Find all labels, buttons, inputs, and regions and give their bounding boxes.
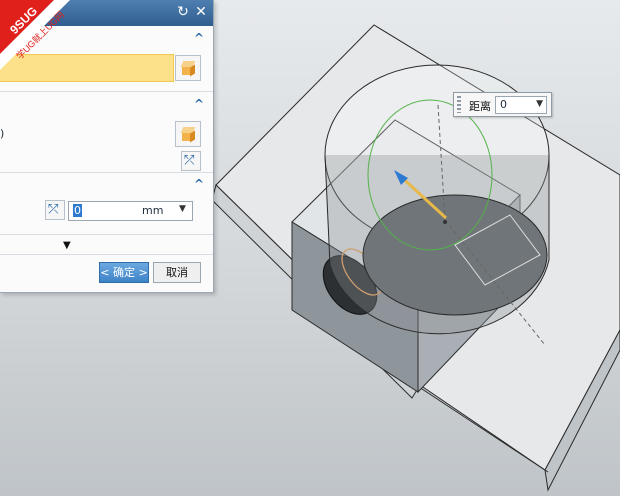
distance-dropdown-icon[interactable]: ▼ bbox=[536, 99, 543, 109]
chevron-up-icon[interactable]: ^ bbox=[193, 32, 205, 44]
watermark-logo: 9SUG 学UG就上UG网 bbox=[0, 0, 70, 70]
select-face-button[interactable] bbox=[175, 121, 201, 147]
snap-button[interactable]: ⤱ bbox=[45, 200, 65, 220]
unit-label: mm bbox=[142, 204, 164, 217]
paren-glyph: ) bbox=[0, 127, 5, 140]
cancel-button[interactable]: 取消 bbox=[153, 262, 201, 283]
cube-icon bbox=[180, 126, 196, 143]
chevron-up-icon[interactable]: ^ bbox=[193, 178, 205, 190]
close-icon[interactable]: ✕ bbox=[193, 4, 209, 20]
reverse-arrows-icon: ⤱ bbox=[184, 153, 195, 168]
distance-label: 距离 bbox=[469, 100, 491, 113]
reset-icon[interactable]: ↻ bbox=[175, 4, 191, 20]
reverse-direction-button[interactable]: ⤱ bbox=[181, 151, 201, 171]
ok-button[interactable]: < 确定 > bbox=[99, 262, 149, 283]
chevron-up-icon[interactable]: ^ bbox=[193, 98, 205, 110]
cube-icon bbox=[180, 60, 196, 77]
cylinder-bore bbox=[362, 194, 548, 316]
distance-popup-value: 0 bbox=[500, 98, 507, 111]
section-header-2[interactable]: ^ bbox=[0, 96, 213, 116]
select-body-button[interactable] bbox=[175, 55, 201, 81]
reverse-arrows-icon: ⤱ bbox=[48, 202, 59, 217]
unit-dropdown-icon[interactable]: ▼ bbox=[179, 204, 186, 214]
more-options-icon[interactable]: ▼ bbox=[63, 240, 71, 251]
origin-point bbox=[443, 220, 447, 224]
section-header-3[interactable]: ^ bbox=[0, 176, 213, 196]
distance-input-value: 0 bbox=[73, 204, 82, 217]
distance-popup: 距离 0 ▼ bbox=[453, 92, 552, 117]
drag-grip[interactable] bbox=[457, 96, 461, 113]
distance-popup-input[interactable]: 0 ▼ bbox=[495, 96, 547, 114]
distance-input[interactable]: 0 bbox=[68, 201, 193, 221]
